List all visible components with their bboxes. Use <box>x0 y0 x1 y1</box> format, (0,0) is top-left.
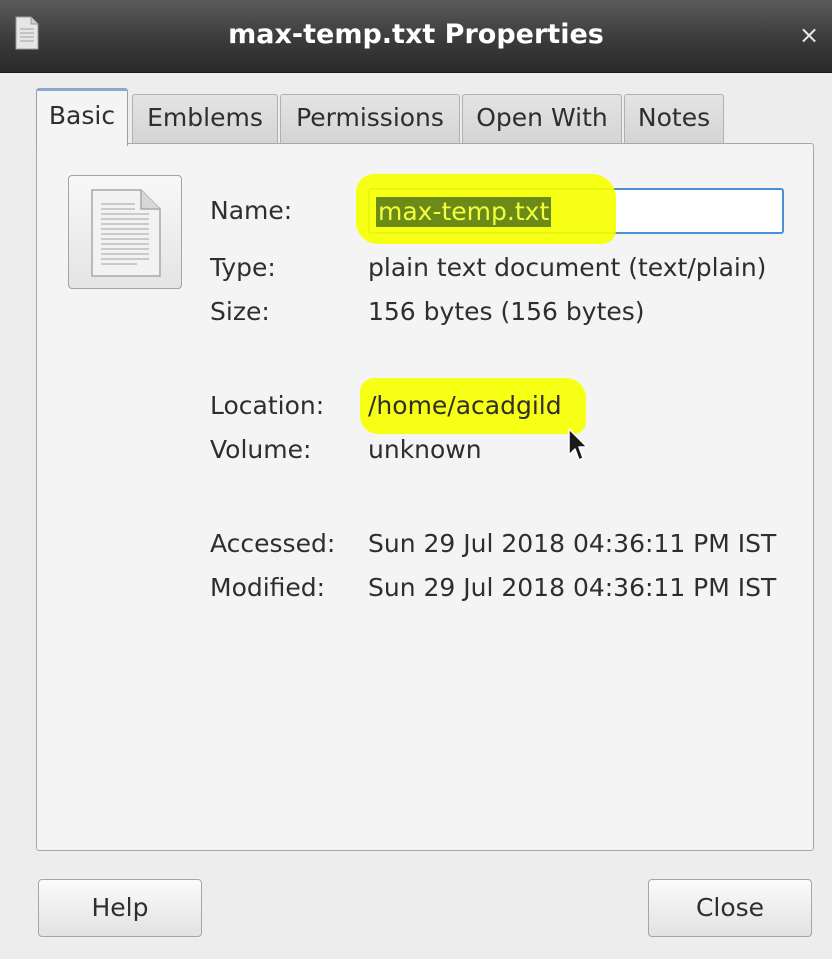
modified-value: Sun 29 Jul 2018 04:36:11 PM IST <box>368 573 777 602</box>
size-label: Size: <box>210 297 270 326</box>
tab-open-with[interactable]: Open With <box>462 94 622 143</box>
volume-value: unknown <box>368 435 482 464</box>
location-value-wrap: /home/acadgild <box>360 378 586 434</box>
close-icon[interactable]: × <box>796 18 822 52</box>
tab-notes[interactable]: Notes <box>624 94 724 143</box>
tab-permissions[interactable]: Permissions <box>280 94 460 143</box>
location-value: /home/acadgild <box>368 391 562 420</box>
location-label: Location: <box>210 391 325 420</box>
accessed-value: Sun 29 Jul 2018 04:36:11 PM IST <box>368 529 777 558</box>
type-label: Type: <box>210 253 276 282</box>
modified-label: Modified: <box>210 573 326 602</box>
mouse-pointer-icon <box>568 428 588 461</box>
text-document-icon <box>91 189 161 277</box>
volume-label: Volume: <box>210 435 312 464</box>
tab-emblems[interactable]: Emblems <box>132 94 278 143</box>
close-button[interactable]: Close <box>648 879 812 937</box>
basic-tab-panel: Name: max-temp.txt Type: plain text docu… <box>36 143 814 851</box>
type-value: plain text document (text/plain) <box>368 253 767 282</box>
title-bar[interactable]: max-temp.txt Properties × <box>0 0 832 73</box>
file-icon-button[interactable] <box>68 175 182 289</box>
tab-basic[interactable]: Basic <box>36 88 128 146</box>
size-value: 156 bytes (156 bytes) <box>368 297 645 326</box>
name-label: Name: <box>210 196 293 225</box>
name-field[interactable]: max-temp.txt <box>356 174 784 244</box>
accessed-label: Accessed: <box>210 529 336 558</box>
properties-dialog: max-temp.txt Properties × Basic Emblems … <box>0 0 832 959</box>
help-button[interactable]: Help <box>38 879 202 937</box>
name-field-value: max-temp.txt <box>376 197 552 227</box>
window-title: max-temp.txt Properties <box>228 19 604 50</box>
